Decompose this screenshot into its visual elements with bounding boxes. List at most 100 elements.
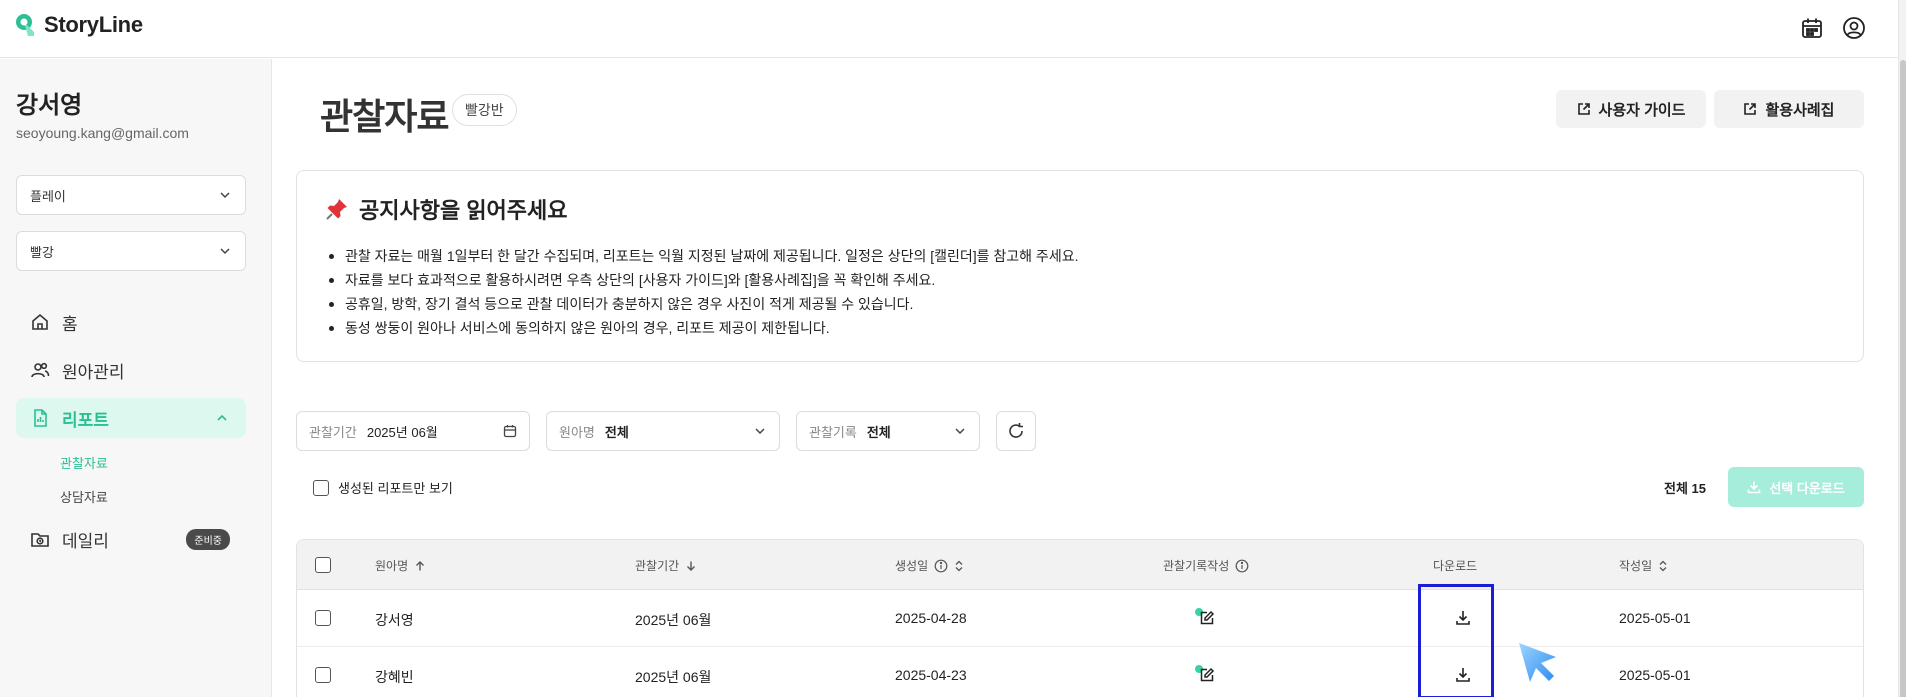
sidebar-item-label: 리포트 <box>62 410 109 430</box>
class-select[interactable]: 빨강 <box>16 231 246 271</box>
sort-down-icon <box>687 561 696 571</box>
period-filter-label: 관찰기간 <box>309 424 357 440</box>
chevron-up-icon <box>217 414 227 421</box>
reports-table: 원아명 관찰기간 생성일 관찰기록작성 다운로드 작성일 강서영 2025년 0… <box>296 539 1864 697</box>
select-all-checkbox[interactable] <box>315 557 331 573</box>
header-period-label: 관찰기간 <box>635 559 680 573</box>
users-icon <box>31 362 50 378</box>
chevron-down-icon <box>955 428 965 435</box>
only-generated-label: 생성된 리포트만 보기 <box>338 481 453 496</box>
sort-up-icon <box>416 560 425 570</box>
notice-title: 공지사항을 읽어주세요 <box>325 193 568 225</box>
user-circle-icon[interactable] <box>1840 14 1868 42</box>
notice-box: 공지사항을 읽어주세요 관찰 자료는 매월 1일부터 한 달간 수집되며, 리포… <box>296 170 1864 362</box>
row-name: 강혜빈 <box>375 669 414 685</box>
header-period[interactable]: 관찰기간 <box>635 557 697 574</box>
row-created: 2025-04-28 <box>895 610 967 626</box>
notice-item: 공휴일, 방학, 장기 결석 등으로 관찰 데이터가 충분하지 않은 경우 사진… <box>325 292 1078 316</box>
record-filter-label: 관찰기록 <box>809 424 857 440</box>
edit-icon <box>1200 667 1215 682</box>
sidebar-subitem-observation[interactable]: 관찰자료 <box>60 453 108 472</box>
logo[interactable]: StoryLine <box>14 12 143 38</box>
page-scrollbar[interactable] <box>1898 0 1906 697</box>
record-filter[interactable]: 관찰기록 전체 <box>796 411 980 451</box>
use-cases-label: 활용사례집 <box>1765 101 1835 119</box>
header-created[interactable]: 생성일 <box>895 557 964 574</box>
only-generated-toggle[interactable]: 생성된 리포트만 보기 <box>313 478 453 497</box>
row-created: 2025-04-23 <box>895 667 967 683</box>
header-record: 관찰기록작성 <box>1163 557 1249 574</box>
total-count: 전체 15 <box>1664 481 1706 496</box>
refresh-button[interactable] <box>996 411 1036 451</box>
external-link-icon <box>1744 103 1757 115</box>
header-written-label: 작성일 <box>1619 559 1653 573</box>
program-select[interactable]: 플레이 <box>16 175 246 215</box>
external-link-icon <box>1577 103 1590 115</box>
table-row[interactable]: 강혜빈 2025년 06월 2025-04-23 2025-05-01 <box>297 647 1863 697</box>
header-name[interactable]: 원아명 <box>375 557 426 574</box>
calendar-icon <box>503 425 517 438</box>
child-filter-label: 원아명 <box>559 424 595 440</box>
notice-item: 자료를 보다 효과적으로 활용하시려면 우측 상단의 [사용자 가이드]와 [활… <box>325 268 1078 292</box>
notice-list: 관찰 자료는 매월 1일부터 한 달간 수집되며, 리포트는 익월 지정된 날짜… <box>325 244 1078 340</box>
user-name: 강서영 <box>16 92 83 119</box>
edit-record-button[interactable] <box>1195 664 1217 686</box>
coming-soon-badge: 준비중 <box>186 528 230 550</box>
download-selected-label: 선택 다운로드 <box>1769 480 1845 496</box>
folder-clock-icon <box>31 533 49 547</box>
sidebar: 강서영 seoyoung.kang@gmail.com 플레이 빨강 홈 원아관… <box>0 59 272 697</box>
row-name: 강서영 <box>375 612 414 628</box>
sidebar-item-report[interactable]: 리포트 <box>16 398 246 438</box>
top-bar: StoryLine <box>0 0 1898 58</box>
only-generated-checkbox[interactable] <box>313 479 329 496</box>
download-icon[interactable] <box>1453 608 1473 628</box>
row-written: 2025-05-01 <box>1619 610 1691 626</box>
edit-record-button[interactable] <box>1195 607 1217 629</box>
calendar-icon[interactable] <box>1798 14 1826 42</box>
class-select-value: 빨강 <box>30 244 54 260</box>
row-checkbox[interactable] <box>315 610 331 626</box>
sidebar-item-home[interactable]: 홈 <box>16 302 246 342</box>
download-selected-button[interactable]: 선택 다운로드 <box>1728 467 1864 507</box>
period-filter-value: 2025년 06월 <box>366 424 438 440</box>
pushpin-icon <box>326 199 347 220</box>
row-written: 2025-05-01 <box>1619 667 1691 683</box>
notice-item: 관찰 자료는 매월 1일부터 한 달간 수집되며, 리포트는 익월 지정된 날짜… <box>325 244 1078 268</box>
program-select-value: 플레이 <box>30 188 66 204</box>
download-icon[interactable] <box>1453 665 1473 685</box>
info-icon[interactable] <box>1235 559 1249 573</box>
header-record-label: 관찰기록작성 <box>1163 559 1230 573</box>
report-file-icon <box>34 409 47 427</box>
scrollbar-thumb[interactable] <box>1900 60 1906 697</box>
period-filter[interactable]: 관찰기간 2025년 06월 <box>296 411 530 451</box>
sidebar-subitem-consult[interactable]: 상담자료 <box>60 487 108 506</box>
storyline-logo-icon <box>16 14 34 36</box>
sidebar-item-children[interactable]: 원아관리 <box>16 350 246 390</box>
sidebar-item-label: 홈 <box>62 314 78 334</box>
notice-title-text: 공지사항을 읽어주세요 <box>359 198 568 223</box>
row-checkbox[interactable] <box>315 667 331 683</box>
sort-both-icon <box>955 560 963 571</box>
child-filter[interactable]: 원아명 전체 <box>546 411 780 451</box>
header-download-label: 다운로드 <box>1433 559 1478 573</box>
logo-text: StoryLine <box>44 12 143 37</box>
child-filter-value: 전체 <box>604 424 629 440</box>
user-guide-button[interactable]: 사용자 가이드 <box>1556 90 1706 128</box>
record-filter-value: 전체 <box>866 424 891 440</box>
info-icon[interactable] <box>934 559 948 573</box>
edit-icon <box>1200 610 1215 625</box>
user-guide-label: 사용자 가이드 <box>1598 101 1686 119</box>
sidebar-item-daily[interactable]: 데일리 준비중 <box>16 519 246 559</box>
header-written[interactable]: 작성일 <box>1619 557 1668 574</box>
row-period: 2025년 06월 <box>635 612 712 628</box>
sort-both-icon <box>1659 560 1667 571</box>
table-row[interactable]: 강서영 2025년 06월 2025-04-28 2025-05-01 <box>297 590 1863 647</box>
row-period: 2025년 06월 <box>635 669 712 685</box>
header-name-label: 원아명 <box>375 559 409 573</box>
user-email: seoyoung.kang@gmail.com <box>16 125 189 141</box>
use-cases-button[interactable]: 활용사례집 <box>1714 90 1864 128</box>
home-icon <box>32 313 48 330</box>
page-title: 관찰자료 <box>320 96 449 137</box>
header-created-label: 생성일 <box>895 559 929 573</box>
class-chip: 빨강반 <box>452 94 517 126</box>
